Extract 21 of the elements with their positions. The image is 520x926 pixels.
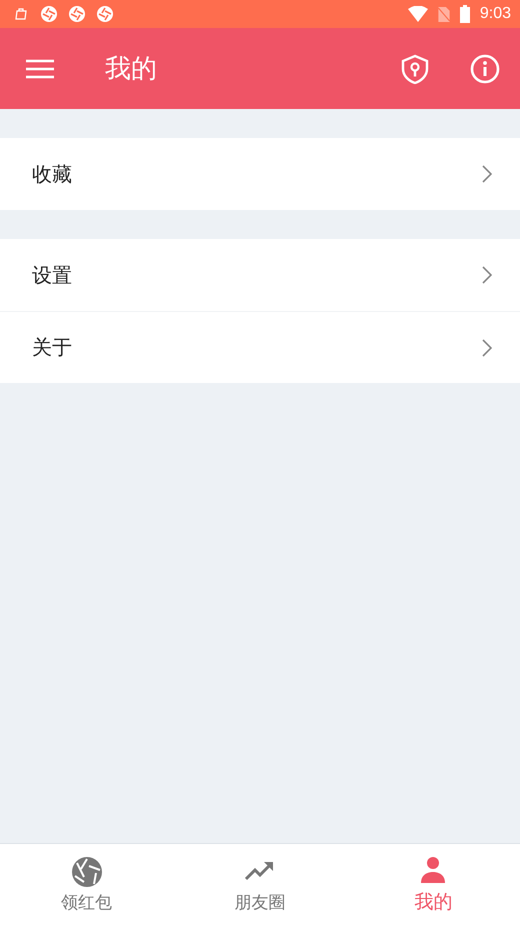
page-title: 我的 bbox=[105, 53, 158, 86]
menu-item[interactable]: 收藏 bbox=[0, 138, 520, 210]
aperture-icon bbox=[97, 6, 113, 22]
aperture-icon bbox=[72, 856, 102, 886]
no-sim-icon bbox=[438, 6, 450, 22]
chevron-right-icon bbox=[482, 338, 492, 356]
clock-time: 9:03 bbox=[480, 5, 511, 23]
shield-keyhole-icon[interactable] bbox=[401, 54, 429, 84]
aperture-icon bbox=[69, 6, 85, 22]
nav-tab[interactable]: 领红包 bbox=[0, 844, 174, 926]
nav-tab[interactable]: 朋友圈 bbox=[173, 844, 347, 926]
battery-icon bbox=[460, 5, 470, 23]
menu-icon[interactable] bbox=[26, 58, 54, 78]
chevron-right-icon bbox=[482, 266, 492, 284]
menu-item[interactable]: 关于 bbox=[0, 311, 520, 383]
info-icon[interactable] bbox=[470, 54, 500, 84]
chevron-right-icon bbox=[482, 165, 492, 183]
bag-icon bbox=[13, 6, 29, 22]
menu-item[interactable]: 设置 bbox=[0, 239, 520, 311]
wifi-icon bbox=[408, 6, 428, 22]
aperture-icon bbox=[41, 6, 57, 22]
